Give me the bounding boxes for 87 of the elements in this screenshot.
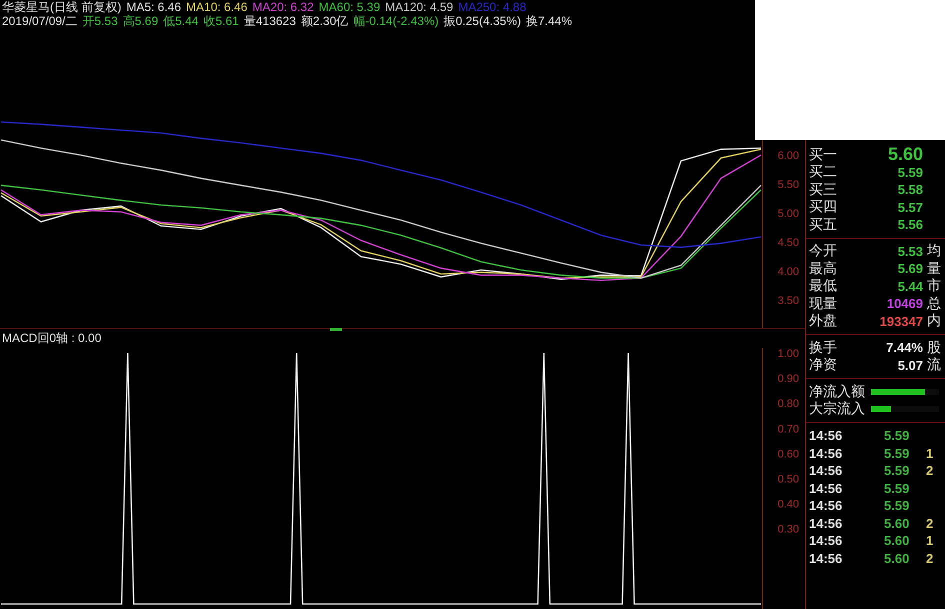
tick-time: 14:56 <box>808 550 844 566</box>
tick-time: 14:56 <box>808 463 844 478</box>
quote-text: MA20: 6.32 <box>252 0 314 14</box>
quote-text: 高5.69 <box>122 14 158 28</box>
bid-label: 买三 <box>808 180 838 199</box>
quote-text: 开5.53 <box>82 14 118 28</box>
flow-label: 净流入额 <box>808 382 866 401</box>
y-tick-label: 4.50 <box>778 237 799 250</box>
y-tick-label: 5.00 <box>778 208 799 220</box>
quote-text: 低5.44 <box>163 14 198 28</box>
quote-text: MA250: 4.88 <box>458 0 526 14</box>
tick-time: 14:56 <box>808 480 844 496</box>
quote-text: 2019/07/09/二 <box>2 14 78 28</box>
tick-time: 14:56 <box>808 446 844 461</box>
tick-price: 5.60 <box>884 550 910 566</box>
quote-label: 现量 <box>808 294 838 313</box>
quote-text: MA5: 6.46 <box>126 0 182 14</box>
quote-value: 5.69 <box>896 261 923 276</box>
y-tick-label: 0.40 <box>778 498 799 511</box>
tick-volume: 2 <box>926 516 934 531</box>
bid-price: 5.60 <box>886 144 923 166</box>
y-tick-label: 1.00 <box>778 348 799 360</box>
y-tick-label: 5.50 <box>778 179 799 192</box>
tick-time: 14:56 <box>808 428 844 444</box>
quote-label: 最高 <box>808 260 838 278</box>
quote-value: 10469 <box>886 296 923 312</box>
quote-label: 总 <box>926 294 941 313</box>
quote-label: 外盘 <box>808 312 838 330</box>
quote-text: 量413623 <box>244 14 296 28</box>
tick-price: 5.59 <box>884 446 910 461</box>
quote-text: 幅-0.14(-2.43%) <box>353 14 439 28</box>
y-tick-label: 4.00 <box>778 266 799 278</box>
tick-price: 5.59 <box>884 498 910 514</box>
marker <box>330 328 342 331</box>
quote-text: 收5.61 <box>203 14 239 28</box>
tick-price: 5.59 <box>884 480 910 496</box>
quote-text: 振0.25(4.35%) <box>444 14 521 28</box>
tick-price: 5.59 <box>884 428 910 444</box>
quote-text: MA120: 4.59 <box>385 0 454 14</box>
quote-label: 流 <box>926 356 941 374</box>
bid-price: 5.59 <box>896 164 923 180</box>
quote-value: 5.44 <box>896 278 923 294</box>
tick-volume: 1 <box>926 446 934 461</box>
tick-price: 5.60 <box>884 516 910 531</box>
bid-price: 5.57 <box>896 200 923 215</box>
quote-text: 换7.44% <box>526 14 572 28</box>
quote-text: 额2.30亿 <box>300 14 348 28</box>
y-tick-label: 0.30 <box>778 524 799 536</box>
y-tick-label: 3.50 <box>778 295 799 308</box>
y-tick-label: 0.50 <box>778 474 799 486</box>
bid-price: 5.56 <box>896 217 923 232</box>
tick-time: 14:56 <box>808 498 844 514</box>
quote-text: MA10: 6.46 <box>186 0 248 14</box>
quote-label: 均 <box>926 242 941 260</box>
quote-text: 华菱星马(日线 前复权) <box>2 0 122 14</box>
tick-volume: 2 <box>926 463 934 478</box>
quote-label: 股 <box>926 338 941 357</box>
tick-time: 14:56 <box>808 533 844 548</box>
quote-text: MA60: 5.39 <box>318 0 380 14</box>
bid-label: 买四 <box>808 198 838 216</box>
y-tick-label: 0.60 <box>778 448 799 460</box>
flow-label: 大宗流入 <box>808 400 866 418</box>
tick-time: 14:56 <box>808 516 844 531</box>
quote-label: 内 <box>926 312 941 330</box>
quote-value: 193347 <box>878 314 923 329</box>
y-tick-label: 0.70 <box>778 423 799 436</box>
quote-label: 换手 <box>808 338 838 357</box>
quote-value: 5.53 <box>896 244 923 259</box>
indicator-title: MACD回0轴 : 0.00 <box>1 330 102 347</box>
quote-label: 净资 <box>808 356 838 374</box>
quote-value: 5.07 <box>896 358 923 373</box>
quote-label: 今开 <box>808 242 838 260</box>
quote-value: 7.44% <box>885 340 923 356</box>
quote-label: 市 <box>926 277 941 296</box>
bid-label: 买二 <box>808 163 838 182</box>
tick-price: 5.60 <box>884 533 910 548</box>
y-tick-label: 0.90 <box>778 373 799 386</box>
tick-price: 5.59 <box>884 463 910 478</box>
bid-label: 买一 <box>808 146 838 164</box>
quote-label: 量 <box>926 260 941 278</box>
y-tick-label: 0.80 <box>778 398 799 410</box>
y-tick-label: 6.00 <box>778 150 799 162</box>
quote-label: 最低 <box>808 277 838 296</box>
tick-volume: 1 <box>926 533 934 548</box>
tick-volume: 2 <box>926 550 934 566</box>
bid-label: 买五 <box>808 216 838 234</box>
bid-price: 5.58 <box>896 182 923 198</box>
